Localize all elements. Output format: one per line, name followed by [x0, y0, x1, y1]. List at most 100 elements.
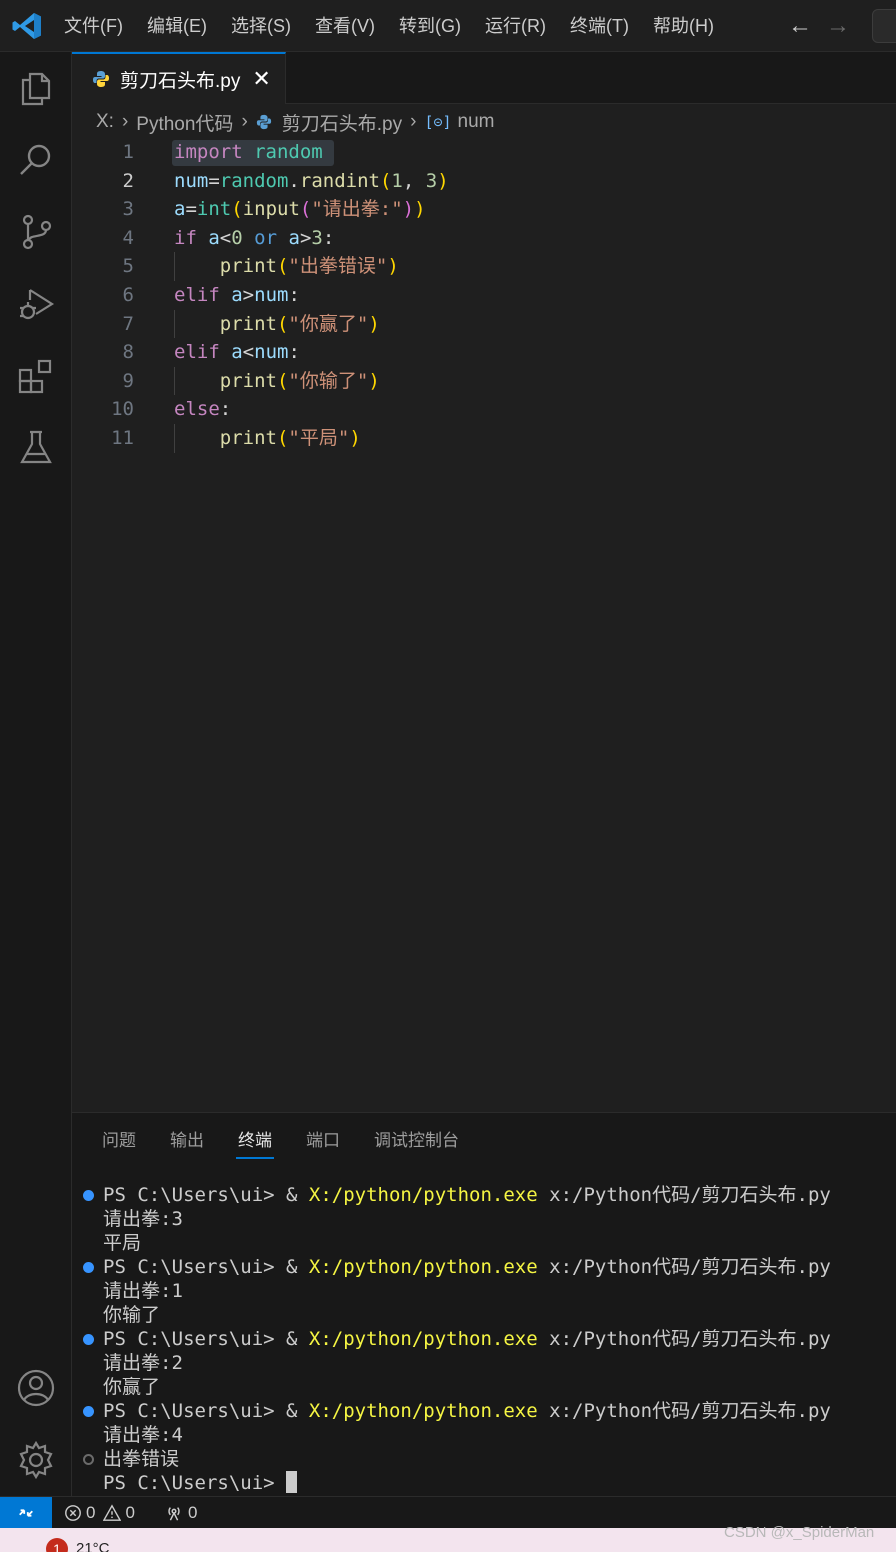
code-token: or	[254, 226, 278, 249]
code-token: (	[231, 198, 243, 221]
explorer-files-icon[interactable]	[16, 68, 56, 108]
terminal[interactable]: PS C:\Users\ui> & X:/python/python.exe x…	[72, 1183, 896, 1495]
panel-tabs: 问题 输出 终端 端口 调试控制台	[102, 1127, 459, 1159]
remote-icon[interactable]	[0, 1497, 52, 1529]
menu-item[interactable]: 文件(F)	[52, 0, 135, 52]
command-center[interactable]	[872, 9, 896, 43]
code-token: 3	[311, 226, 323, 249]
terminal-text: PS C:\Users\ui> & X:/python/python.exe x…	[103, 1399, 831, 1423]
code-token: >	[299, 226, 312, 249]
code-token: >	[242, 283, 255, 306]
terminal-text: 你赢了	[103, 1375, 160, 1399]
terminal-output: 请出拳:4	[103, 1424, 183, 1446]
command-decoration-icon[interactable]	[83, 1406, 94, 1417]
terminal-text: PS C:\Users\ui> & X:/python/python.exe x…	[103, 1255, 831, 1279]
code-token: 3	[425, 169, 438, 192]
menu-item[interactable]: 帮助(H)	[641, 0, 726, 52]
menu-item[interactable]: 查看(V)	[303, 0, 387, 52]
panel-tab[interactable]: 终端	[236, 1127, 274, 1159]
watermark: CSDN @x_SpiderMan	[724, 1524, 875, 1541]
command-decoration-icon[interactable]	[83, 1454, 94, 1465]
panel-tab[interactable]: 端口	[306, 1127, 340, 1155]
terminal-prompt: PS C:\Users\ui> &	[103, 1256, 309, 1278]
code-token: )	[414, 198, 426, 221]
code-token: (	[379, 169, 392, 192]
code-token: "请出拳:"	[311, 198, 403, 221]
close-icon[interactable]: ✕	[252, 66, 270, 92]
line-number: 6	[122, 283, 134, 306]
ports-status[interactable]: 0	[164, 1497, 197, 1529]
code-token: (	[276, 426, 289, 449]
editor-tabs: 剪刀石头布.py ✕	[72, 52, 896, 104]
panel-tab[interactable]: 调试控制台	[374, 1127, 459, 1155]
code-token: (	[276, 255, 289, 278]
breadcrumb-folder[interactable]: Python代码	[136, 109, 233, 136]
terminal-prompt: PS C:\Users\ui> &	[103, 1328, 309, 1350]
terminal-line: PS C:\Users\ui> & X:/python/python.exe x…	[72, 1399, 896, 1423]
breadcrumb-file[interactable]: 剪刀石头布.py	[282, 109, 402, 136]
editor-tab-active[interactable]: 剪刀石头布.py ✕	[72, 52, 286, 104]
extensions-icon[interactable]	[16, 356, 56, 396]
code-line: 1 import random	[72, 138, 896, 167]
code-token: .	[288, 169, 300, 192]
variable-symbol-icon: [⊝]	[424, 113, 452, 131]
arrow-right-icon[interactable]: →	[826, 12, 850, 40]
menu-item[interactable]: 终端(T)	[558, 0, 641, 52]
bottom-panel: 问题 输出 终端 端口 调试控制台 PS C:\Users\ui> & X:/pytho…	[72, 1112, 896, 1496]
breadcrumb-symbol[interactable]: num	[458, 111, 495, 133]
menu-bar: 文件(F) 编辑(E) 选择(S) 查看(V) 转到(G) 运行(R) 终端(T) 帮助(H)	[52, 0, 726, 52]
code-text: print("你赢了")	[174, 310, 380, 339]
code-token: :	[288, 341, 300, 364]
terminal-output: 请出拳:3	[103, 1208, 183, 1230]
settings-gear-icon[interactable]	[16, 1440, 56, 1480]
code-token: else	[174, 398, 220, 421]
command-decoration-icon[interactable]	[83, 1334, 94, 1345]
weather-temperature[interactable]: 21°C	[76, 1540, 110, 1552]
code-token: int	[196, 198, 232, 221]
command-decoration-icon[interactable]	[83, 1190, 94, 1201]
code-token: print	[219, 255, 277, 278]
code-token: "你赢了"	[288, 312, 369, 335]
breadcrumb-drive[interactable]: X:	[96, 111, 114, 133]
menu-item[interactable]: 选择(S)	[219, 0, 303, 52]
search-icon[interactable]	[16, 140, 56, 180]
line-number: 11	[111, 426, 134, 449]
menu-item[interactable]: 转到(G)	[387, 0, 473, 52]
code-line: 5 print("出拳错误")	[72, 252, 896, 281]
terminal-line: 请出拳:2	[72, 1351, 896, 1375]
source-control-icon[interactable]	[16, 212, 56, 252]
panel-tab[interactable]: 输出	[170, 1127, 204, 1155]
code-token: num	[174, 169, 209, 192]
code-token: )	[349, 426, 361, 449]
code-token: (	[276, 369, 289, 392]
run-and-debug-icon[interactable]	[16, 284, 56, 324]
terminal-text: PS C:\Users\ui> & X:/python/python.exe x…	[103, 1183, 831, 1207]
problems-status[interactable]: 0 0	[64, 1497, 135, 1529]
breadcrumb: X: › Python代码 › 剪刀石头布.py › [⊝] num	[96, 108, 495, 136]
code-token: print	[219, 369, 277, 392]
terminal-output: PS C:\Users\ui>	[103, 1472, 287, 1494]
code-token: )	[368, 312, 380, 335]
code-token: a	[288, 226, 300, 249]
menu-item[interactable]: 运行(R)	[473, 0, 558, 52]
arrow-left-icon[interactable]: ←	[788, 12, 812, 40]
account-icon[interactable]	[16, 1368, 56, 1408]
code-token: <	[242, 341, 255, 364]
terminal-text: 你输了	[103, 1303, 160, 1327]
testing-flask-icon[interactable]	[16, 428, 56, 468]
code-token: )	[437, 169, 449, 192]
terminal-arg: x:/Python代码/剪刀石头布.py	[537, 1256, 831, 1278]
code-token: "平局"	[288, 426, 350, 449]
terminal-exe: X:/python/python.exe	[308, 1256, 538, 1278]
terminal-prompt: PS C:\Users\ui> &	[103, 1184, 309, 1206]
terminal-line: PS C:\Users\ui>	[72, 1471, 896, 1495]
menu-item[interactable]: 编辑(E)	[135, 0, 219, 52]
panel-tab[interactable]: 问题	[102, 1127, 136, 1155]
code-editor[interactable]: 1 import random 2 num=random.randint(1, 3) 3…	[72, 138, 896, 453]
code-line: 3 a=int(input("请出拳:"))	[72, 195, 896, 224]
command-decoration-icon[interactable]	[83, 1262, 94, 1273]
